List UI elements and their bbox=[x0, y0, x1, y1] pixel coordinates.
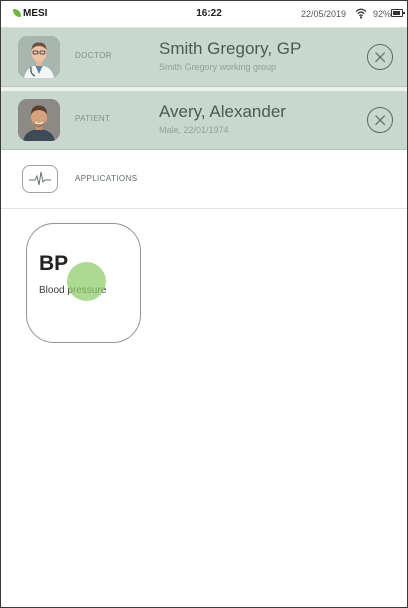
patient-name: Avery, Alexander bbox=[159, 102, 286, 121]
doctor-label: DOCTOR bbox=[75, 51, 112, 60]
close-icon bbox=[375, 115, 386, 126]
brand-logo: MESI bbox=[13, 7, 47, 21]
doctor-name: Smith Gregory, GP bbox=[159, 39, 302, 58]
applications-header: APPLICATIONS bbox=[1, 150, 407, 209]
wifi-icon bbox=[355, 8, 367, 19]
status-time: 16:22 bbox=[196, 8, 222, 19]
battery-icon bbox=[391, 9, 405, 17]
close-icon bbox=[375, 52, 386, 63]
patient-details: Male, 22/01/1974 bbox=[159, 125, 229, 135]
applications-label: APPLICATIONS bbox=[75, 174, 138, 183]
doctor-avatar bbox=[18, 36, 60, 78]
patient-label: PATIENT bbox=[75, 114, 111, 123]
status-bar: MESI 16:22 22/05/2019 92% bbox=[1, 1, 407, 28]
app-window: MESI 16:22 22/05/2019 92% DOCTOR Smith G… bbox=[0, 0, 408, 608]
app-card-subtitle: Blood pressure bbox=[39, 285, 107, 296]
remove-patient-button[interactable] bbox=[367, 107, 393, 133]
leaf-icon bbox=[13, 9, 21, 17]
battery-fill bbox=[393, 11, 401, 15]
doctor-group: Smith Gregory working group bbox=[159, 62, 277, 72]
remove-doctor-button[interactable] bbox=[367, 44, 393, 70]
heart-pulse-icon bbox=[22, 165, 58, 193]
patient-row[interactable]: PATIENT Avery, Alexander Male, 22/01/197… bbox=[1, 91, 407, 150]
blood-pressure-app-card[interactable]: BP Blood pressure bbox=[26, 223, 141, 343]
status-date: 22/05/2019 bbox=[301, 9, 347, 19]
brand-name: MESI bbox=[23, 8, 48, 19]
app-card-title: BP bbox=[39, 252, 69, 275]
battery-percent: 92% bbox=[373, 9, 392, 19]
patient-avatar bbox=[18, 99, 60, 141]
doctor-row[interactable]: DOCTOR Smith Gregory, GP Smith Gregory w… bbox=[1, 28, 407, 87]
